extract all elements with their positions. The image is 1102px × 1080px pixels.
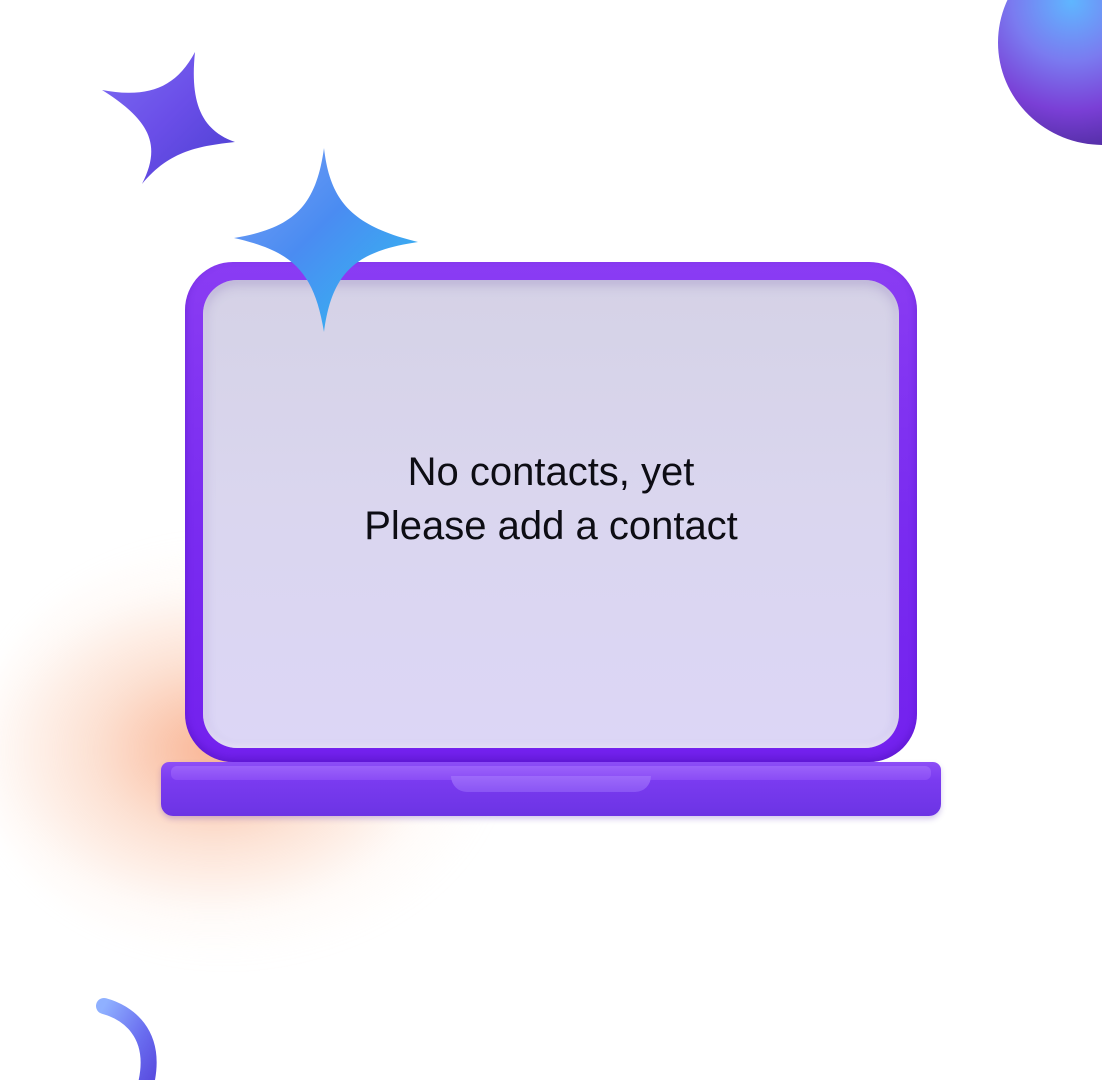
empty-state-illustration: No contacts, yet Please add a contact (0, 0, 1102, 1080)
empty-state-title: No contacts, yet (407, 450, 695, 494)
sphere-decoration (998, 0, 1102, 145)
swirl-decoration (96, 998, 157, 1080)
laptop-trackpad-notch (451, 776, 651, 792)
laptop-lid: No contacts, yet Please add a contact (185, 262, 917, 762)
sparkle-icon (102, 52, 235, 184)
sparkle-icon (234, 148, 418, 332)
empty-state-subtitle: Please add a contact (364, 504, 738, 548)
laptop-screen: No contacts, yet Please add a contact (203, 280, 899, 748)
empty-state-message: No contacts, yet Please add a contact (364, 445, 738, 553)
laptop-base (161, 762, 941, 816)
